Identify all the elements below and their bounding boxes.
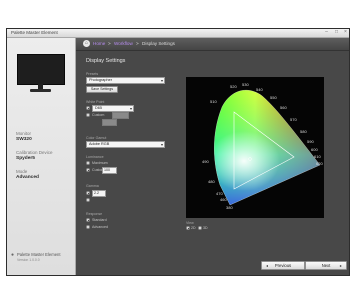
arrow-left-icon: ◂ <box>266 263 269 268</box>
title-bar: Palette Master Element – □ × <box>7 29 349 38</box>
breadcrumb-home[interactable]: Home <box>93 41 105 46</box>
view-3d-radio[interactable] <box>198 226 202 230</box>
color-gamut-select[interactable]: Adobe RGB ▾ <box>86 141 165 148</box>
cie-chromaticity-diagram: 520 530 540 510 550 560 570 580 590 600 … <box>186 77 324 218</box>
wavelength-label: 620 <box>316 161 323 166</box>
breadcrumb-workflow[interactable]: Workflow <box>114 41 133 46</box>
mode-value: Advanced <box>16 175 39 180</box>
gamma-custom-radio[interactable] <box>86 198 90 202</box>
gamma-preset-radio[interactable] <box>86 191 90 195</box>
white-point-label: White Point <box>86 100 105 104</box>
next-button[interactable]: Next ▸ <box>305 261 347 270</box>
wavelength-label: 600 <box>311 147 318 152</box>
view-label: View <box>186 221 194 225</box>
wavelength-label: 550 <box>270 95 277 100</box>
monitor-stand <box>30 89 51 92</box>
view-2d-label: 2D <box>191 226 196 230</box>
luminance-value-input[interactable]: 100 <box>102 167 117 174</box>
app-version: Version 1.0.0.0 <box>17 258 40 262</box>
gamma-value-input[interactable]: 2.2 <box>92 190 106 197</box>
calibration-device-value: Spyder5 <box>16 156 35 161</box>
next-label: Next <box>321 263 331 268</box>
monitor-label: Monitor <box>16 131 32 136</box>
luminance-custom-radio[interactable] <box>86 168 90 172</box>
wavelength-label: 470 <box>216 191 223 196</box>
chevron-down-icon: ▾ <box>160 78 163 83</box>
luminance-maximum-label: Maximum <box>92 161 108 165</box>
wavelength-label: 530 <box>242 82 249 87</box>
response-standard-radio[interactable] <box>86 218 90 222</box>
wavelength-label: 580 <box>300 129 307 134</box>
breadcrumb-separator-icon: > <box>108 41 111 46</box>
white-point-value: D65 <box>95 106 102 110</box>
breadcrumb-current: Display Settings <box>142 41 175 46</box>
wavelength-label: 560 <box>280 105 287 110</box>
breadcrumb: ⌂ Home > Workflow > Display Settings <box>76 38 349 51</box>
breadcrumb-separator-icon: > <box>136 41 139 46</box>
preset-select[interactable]: Photographer ▾ <box>86 77 165 84</box>
wavelength-label: 540 <box>256 87 263 92</box>
view-2d-radio[interactable] <box>186 226 190 230</box>
luminance-label: Luminance <box>86 155 104 159</box>
white-point-custom-radio[interactable] <box>86 113 90 117</box>
response-standard-label: Standard <box>92 218 107 222</box>
white-point-cct-field[interactable] <box>102 119 117 126</box>
monitor-value: SW320 <box>16 137 32 142</box>
close-icon[interactable]: × <box>342 30 349 35</box>
wavelength-label: 510 <box>210 99 217 104</box>
calibration-device-label: Calibration Device <box>16 150 53 155</box>
previous-button[interactable]: ◂ Previous <box>261 261 305 270</box>
app-window: Palette Master Element – □ × Monitor SW3… <box>6 28 350 276</box>
previous-label: Previous <box>274 263 292 268</box>
mode-label: Mode <box>16 169 28 174</box>
info-icon: ● <box>11 252 15 258</box>
chevron-down-icon: ▾ <box>160 142 163 147</box>
wavelength-label: 610 <box>314 154 321 159</box>
gamma-label: Gamma <box>86 184 99 188</box>
view-3d-label: 3D <box>203 226 208 230</box>
page-title: Display Settings <box>86 58 126 64</box>
sidebar: Monitor SW320 Calibration Device Spyder5… <box>7 38 76 275</box>
response-advanced-radio[interactable] <box>86 225 90 229</box>
white-point-d65-radio[interactable] <box>86 106 90 110</box>
color-gamut-label: Color Gamut <box>86 136 107 140</box>
wavelength-label: 570 <box>290 117 297 122</box>
arrow-right-icon: ▸ <box>339 263 342 268</box>
main-panel: Display Settings Presets Photographer ▾ … <box>76 51 349 275</box>
monitor-screen <box>17 54 65 85</box>
wavelength-label: 520 <box>230 84 237 89</box>
wavelength-label: 380 <box>226 205 233 210</box>
window-title: Palette Master Element <box>11 30 58 35</box>
chevron-down-icon: ▾ <box>129 106 132 111</box>
white-point-custom-label: Custom <box>92 113 105 117</box>
wavelength-label: 490 <box>202 159 209 164</box>
response-advanced-label: Advanced <box>92 225 108 229</box>
white-point-x-field[interactable] <box>112 112 129 119</box>
response-label: Response <box>86 212 103 216</box>
white-point-select[interactable]: D65 ▾ <box>92 105 134 112</box>
maximize-icon[interactable]: □ <box>333 30 340 35</box>
wavelength-label: 460 <box>220 197 227 202</box>
color-gamut-value: Adobe RGB <box>89 142 110 146</box>
preset-label: Presets <box>86 72 99 76</box>
wavelength-label: 480 <box>208 179 215 184</box>
minimize-icon[interactable]: – <box>323 30 330 35</box>
app-name-footer: Palette Master Element <box>17 252 61 257</box>
preset-value: Photographer <box>89 78 113 82</box>
save-settings-button[interactable]: Save Settings <box>86 86 118 93</box>
home-icon[interactable]: ⌂ <box>83 40 90 47</box>
wavelength-label: 590 <box>307 139 314 144</box>
cie-diagram-svg: 520 530 540 510 550 560 570 580 590 600 … <box>202 82 323 210</box>
luminance-maximum-radio[interactable] <box>86 161 90 165</box>
monitor-image <box>17 54 65 92</box>
